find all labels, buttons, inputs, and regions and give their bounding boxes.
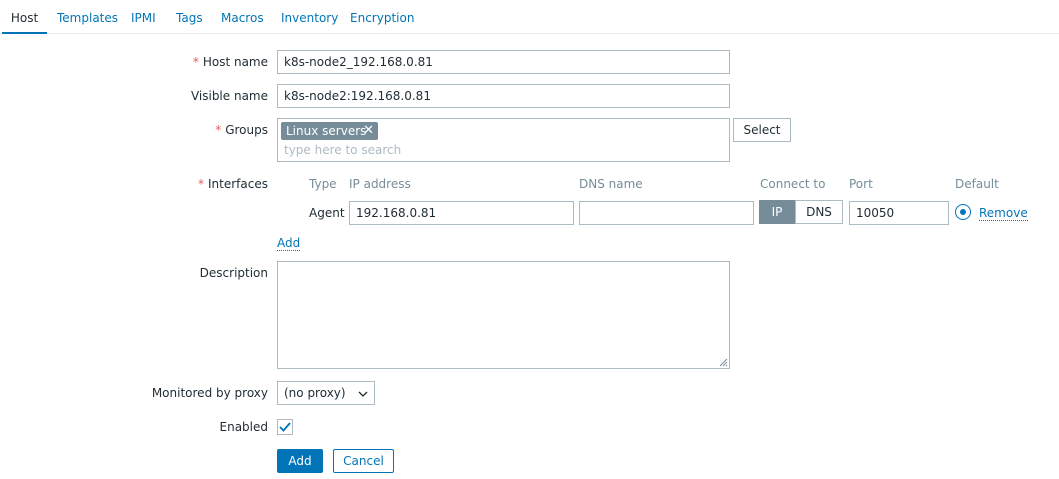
resize-grip-icon[interactable] bbox=[718, 357, 728, 367]
col-connect-to: Connect to bbox=[760, 177, 826, 191]
add-button[interactable]: Add bbox=[277, 449, 323, 473]
host-name-input[interactable]: k8s-node2_192.168.0.81 bbox=[277, 50, 730, 74]
groups-label-text: Groups bbox=[225, 123, 268, 137]
groups-label: * Groups bbox=[215, 123, 268, 137]
tab-ipmi[interactable]: IPMI bbox=[131, 0, 156, 34]
default-interface-radio[interactable] bbox=[955, 204, 971, 220]
interface-dns-input[interactable] bbox=[579, 201, 754, 225]
radio-selected-dot bbox=[960, 209, 966, 215]
group-chip-label: Linux servers bbox=[286, 124, 367, 138]
close-icon[interactable]: ✕ bbox=[363, 122, 374, 140]
groups-search-placeholder[interactable]: type here to search bbox=[284, 143, 401, 157]
tab-bar: Host Templates IPMI Tags Macros Inventor… bbox=[0, 0, 1059, 34]
col-default: Default bbox=[955, 177, 999, 191]
visible-name-label: Visible name bbox=[190, 89, 268, 103]
enabled-label: Enabled bbox=[219, 420, 269, 434]
connect-ip-toggle[interactable]: IP bbox=[759, 200, 795, 224]
required-marker: * bbox=[215, 123, 222, 137]
groups-multiselect[interactable]: Linux servers ✕ type here to search bbox=[277, 118, 730, 162]
tab-macros[interactable]: Macros bbox=[221, 0, 264, 34]
group-chip: Linux servers ✕ bbox=[281, 122, 378, 140]
proxy-select[interactable]: (no proxy) bbox=[277, 381, 375, 405]
tab-inventory[interactable]: Inventory bbox=[281, 0, 338, 34]
description-label: Description bbox=[199, 266, 268, 280]
required-marker: * bbox=[198, 177, 205, 191]
interface-type: Agent bbox=[309, 206, 345, 220]
interface-ip-input[interactable]: 192.168.0.81 bbox=[349, 201, 574, 225]
interface-remove-link[interactable]: Remove bbox=[979, 206, 1028, 221]
proxy-select-value: (no proxy) bbox=[284, 386, 346, 400]
interface-port-input[interactable]: 10050 bbox=[849, 201, 949, 225]
chevron-down-icon bbox=[358, 391, 368, 397]
cancel-button[interactable]: Cancel bbox=[333, 449, 394, 473]
tab-tags[interactable]: Tags bbox=[176, 0, 203, 34]
groups-select-button[interactable]: Select bbox=[733, 118, 791, 142]
tab-encryption[interactable]: Encryption bbox=[350, 0, 414, 34]
proxy-label: Monitored by proxy bbox=[151, 386, 268, 400]
connect-dns-toggle[interactable]: DNS bbox=[795, 200, 843, 224]
col-port: Port bbox=[849, 177, 873, 191]
description-textarea[interactable] bbox=[277, 261, 730, 369]
host-name-label: * Host name bbox=[193, 55, 268, 69]
visible-name-input[interactable]: k8s-node2:192.168.0.81 bbox=[277, 84, 730, 108]
interfaces-label: * Interfaces bbox=[198, 177, 268, 191]
tab-host[interactable]: Host bbox=[2, 0, 47, 34]
interfaces-label-text: Interfaces bbox=[208, 177, 268, 191]
check-icon bbox=[279, 422, 291, 432]
col-dns-name: DNS name bbox=[579, 177, 643, 191]
col-type: Type bbox=[309, 177, 337, 191]
interface-add-link[interactable]: Add bbox=[277, 236, 301, 251]
required-marker: * bbox=[192, 55, 199, 69]
col-ip-address: IP address bbox=[349, 177, 411, 191]
host-name-label-text: Host name bbox=[202, 55, 268, 69]
tab-templates[interactable]: Templates bbox=[57, 0, 118, 34]
enabled-checkbox[interactable] bbox=[277, 419, 293, 435]
